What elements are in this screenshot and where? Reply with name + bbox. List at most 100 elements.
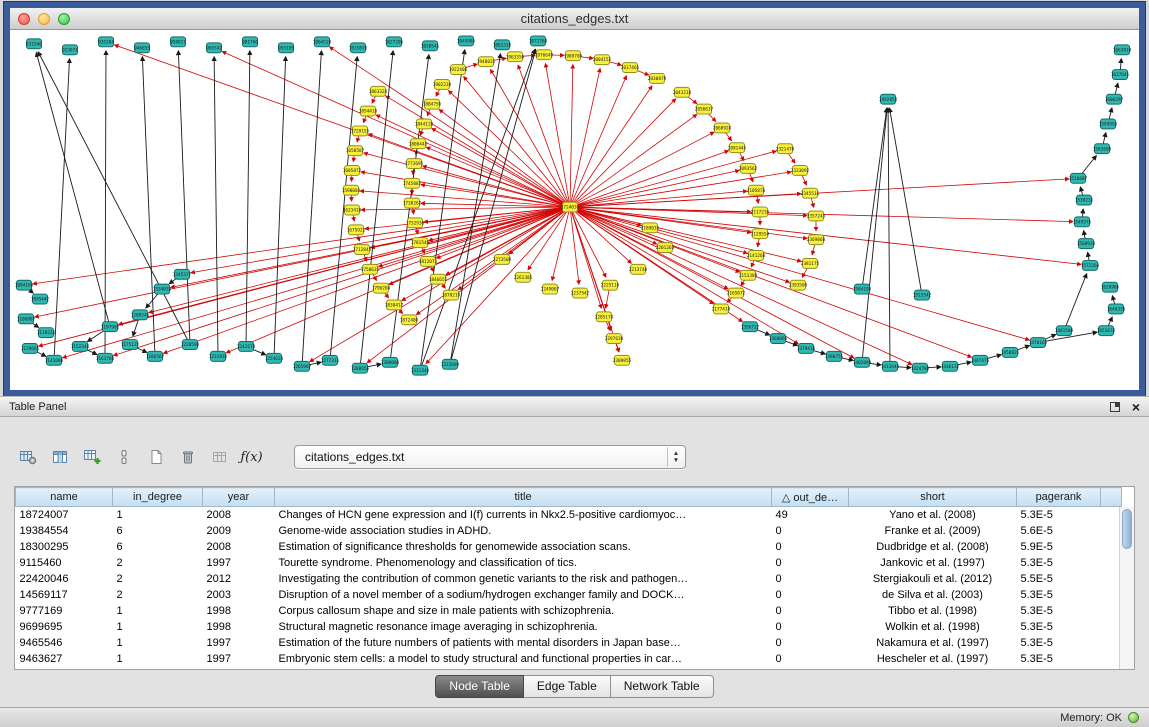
table-scrollbar[interactable] [1119, 507, 1134, 669]
graph-node[interactable]: 2321478 [776, 144, 795, 154]
table-cell[interactable]: Embryonic stem cells: a model to study s… [275, 651, 772, 667]
table-cell[interactable]: 18300295 [16, 539, 113, 555]
table-cell[interactable]: Investigating the contribution of common… [275, 571, 772, 587]
graph-node[interactable]: 2273509 [493, 255, 512, 265]
graph-node[interactable]: 1583608 [1093, 144, 1112, 154]
graph-edge[interactable] [574, 151, 729, 206]
graph-edge[interactable] [421, 50, 465, 367]
table-row[interactable]: 911546021997Tourette syndrome. Phenomeno… [16, 555, 1122, 571]
graph-node[interactable]: 2105870 [747, 185, 766, 195]
graph-node[interactable]: 1004529 [313, 37, 332, 47]
graph-node[interactable]: 1288656 [351, 363, 370, 373]
graph-edge[interactable] [812, 244, 815, 255]
graph-node[interactable]: 1878219 [442, 290, 461, 300]
table-cell[interactable]: 1 [113, 651, 203, 667]
table-row[interactable]: 2242004622012Investigating the contribut… [16, 571, 1122, 587]
table-cell[interactable]: de Silva et al. (2003) [849, 587, 1017, 603]
graph-node[interactable]: 2165072 [727, 288, 746, 298]
graph-edge[interactable] [1115, 83, 1118, 95]
graph-node[interactable]: 1598003 [342, 185, 361, 195]
table-cell[interactable]: Dudbridge et al. (2008) [849, 539, 1017, 555]
graph-node[interactable]: 1738262 [403, 198, 422, 208]
table-cell[interactable]: 19384554 [16, 523, 113, 539]
table-cell[interactable]: 9115460 [16, 555, 113, 571]
graph-node[interactable]: 1470165 [1029, 338, 1048, 348]
table-row[interactable]: 946362711997Embryonic stem cells: a mode… [16, 651, 1122, 667]
graph-edge[interactable] [863, 108, 887, 285]
graph-node[interactable]: 1220590 [181, 340, 200, 350]
graph-node[interactable]: 1334033 [153, 284, 172, 294]
graph-node[interactable]: 1729155 [351, 126, 370, 136]
graph-node[interactable]: 1265967 [293, 361, 312, 371]
graph-node[interactable]: 1311348 [411, 365, 430, 375]
graph-node[interactable]: 2093562 [739, 164, 758, 174]
graph-edge[interactable] [436, 208, 566, 258]
graph-node[interactable]: 1796204 [372, 283, 391, 293]
graph-node[interactable]: 1781548 [411, 238, 430, 248]
graph-node[interactable]: 1884756 [423, 99, 442, 109]
graph-node[interactable]: 1152344 [71, 342, 90, 352]
graph-node[interactable]: 1197901 [101, 322, 120, 332]
table-cell[interactable]: 5.6E-5 [1017, 523, 1101, 539]
graph-node[interactable]: 1745087 [403, 178, 422, 188]
graph-edge[interactable] [888, 108, 890, 362]
graph-node[interactable]: 958017 [170, 37, 186, 47]
graph-edge[interactable] [214, 57, 218, 353]
table-row[interactable]: 1830029562008Estimation of significance … [16, 539, 1122, 555]
graph-node[interactable]: 2225118 [601, 280, 620, 290]
graph-edge[interactable] [573, 114, 697, 204]
graph-node[interactable]: 1095442 [31, 294, 50, 304]
graph-node[interactable]: 1854410 [359, 106, 378, 116]
table-cell[interactable]: 6 [113, 523, 203, 539]
table-cell[interactable]: Disruption of a novel member of a sodium… [275, 587, 772, 603]
table-cell[interactable]: 2008 [203, 507, 275, 523]
graph-node[interactable]: 1922406 [449, 65, 468, 75]
table-cell[interactable]: 2009 [203, 523, 275, 539]
graph-node[interactable]: 1413443 [881, 361, 900, 371]
window-titlebar[interactable]: citations_edges.txt [10, 8, 1139, 30]
graph-node[interactable]: 1277311 [321, 355, 340, 365]
graph-node[interactable]: 2129554 [751, 229, 770, 239]
table-row[interactable]: 977716911998Corpus callosum shape and si… [16, 603, 1122, 619]
graph-node[interactable]: 1724036 [561, 202, 580, 212]
graph-edge[interactable] [1103, 133, 1106, 145]
table-cell[interactable]: 0 [772, 523, 849, 539]
table-row[interactable]: 946554611997Estimation of the future num… [16, 635, 1122, 651]
tab-network-table[interactable]: Network Table [611, 675, 714, 698]
table-row[interactable]: 1872400712008Changes of HCN gene express… [16, 507, 1122, 523]
table-cell[interactable]: 22420046 [16, 571, 113, 587]
table-cell[interactable]: 6 [113, 539, 203, 555]
table-cell[interactable]: 5.3E-5 [1017, 635, 1101, 651]
graph-node[interactable]: 2333092 [791, 165, 810, 175]
graph-node[interactable]: 1458821 [1001, 347, 1020, 357]
create-column-icon[interactable] [78, 445, 105, 469]
graph-edge[interactable] [114, 208, 567, 355]
graph-node[interactable]: 1504198 [853, 284, 872, 294]
table-cell[interactable]: 0 [772, 587, 849, 603]
table-mode-icon[interactable] [14, 445, 41, 469]
graph-node[interactable]: 2056637 [695, 104, 714, 114]
table-cell[interactable]: 0 [772, 571, 849, 587]
table-cell[interactable]: Tourette syndrome. Phenomenology and cla… [275, 555, 772, 571]
graph-node[interactable]: 1617641 [1111, 70, 1130, 80]
show-columns-icon[interactable] [46, 445, 73, 469]
graph-node[interactable]: 1356722 [741, 322, 760, 332]
table-cell[interactable]: 1 [113, 603, 203, 619]
delete-table-icon[interactable] [174, 445, 201, 469]
table-cell[interactable]: 1 [113, 507, 203, 523]
close-panel-icon[interactable]: × [1132, 402, 1140, 412]
table-cell[interactable]: Franke et al. (2009) [849, 523, 1017, 539]
graph-node[interactable]: 1808443 [409, 139, 428, 149]
graph-node[interactable]: 923871 [62, 45, 78, 55]
import-table-icon[interactable] [206, 445, 233, 469]
graph-node[interactable]: 935204 [98, 37, 114, 47]
graph-edge[interactable] [448, 91, 567, 205]
graph-node[interactable]: 1186567 [146, 351, 165, 361]
table-cell[interactable]: 2 [113, 587, 203, 603]
graph-edge[interactable] [1080, 156, 1096, 176]
graph-edge[interactable] [364, 153, 566, 206]
table-cell[interactable]: 5.3E-5 [1017, 603, 1101, 619]
table-row[interactable]: 1938455462009Genome-wide association stu… [16, 523, 1122, 539]
graph-node[interactable]: 1675922 [347, 225, 366, 235]
tab-node-table[interactable]: Node Table [435, 675, 524, 698]
